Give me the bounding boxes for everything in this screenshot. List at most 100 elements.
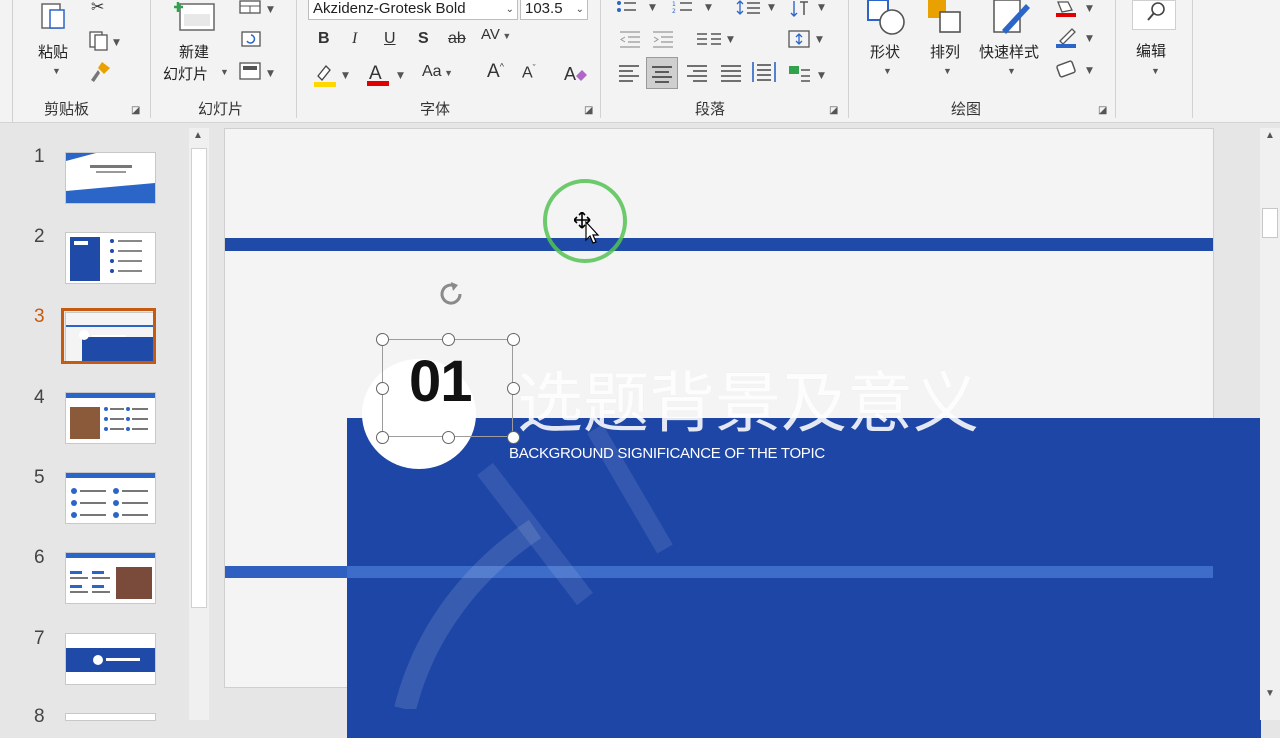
slide-thumbnail-5[interactable] (66, 473, 155, 523)
thumbnail-scrollbar[interactable]: ▲ (189, 128, 209, 720)
active-thumbnail-border (61, 308, 156, 364)
font-name-dropdown-arrow[interactable]: ⌄ (506, 1, 514, 19)
resize-handle[interactable] (507, 431, 520, 444)
align-text-button[interactable]: ▼ (786, 28, 828, 54)
editing-dropdown-arrow[interactable]: ▼ (1151, 66, 1160, 76)
resize-handle[interactable] (442, 431, 455, 444)
grow-font-button[interactable]: A^ (487, 62, 504, 81)
scroll-up-arrow[interactable]: ▲ (1265, 130, 1275, 141)
new-slide-dropdown-arrow[interactable]: ▼ (220, 67, 229, 77)
paste-dropdown-arrow[interactable]: ▼ (52, 66, 61, 76)
font-name-box[interactable]: Akzidenz-Grotesk Bold ⌄ (308, 0, 518, 20)
quick-styles-icon (992, 0, 1032, 43)
section-icon[interactable]: ▼ (239, 62, 279, 86)
new-slide-label-line1: 新建 (179, 44, 210, 61)
slide-vertical-scrollbar[interactable]: ▲ ▼ (1260, 128, 1280, 720)
group-separator (1115, 0, 1116, 118)
shape-effects-button[interactable]: ▼ (1054, 59, 1098, 83)
scroll-down-arrow[interactable]: ▼ (1265, 688, 1275, 699)
shapes-label: 形状 (870, 44, 901, 61)
group-separator (296, 0, 297, 118)
change-case-dropdown-arrow[interactable]: ▼ (442, 68, 453, 78)
quick-styles-dropdown-arrow[interactable]: ▼ (1007, 66, 1016, 76)
shrink-font-button[interactable]: Aˇ (522, 64, 536, 81)
shapes-dropdown-arrow[interactable]: ▼ (883, 66, 892, 76)
arrange-button[interactable]: 排列 ▼ (924, 0, 968, 90)
text-shadow-button[interactable]: S (418, 31, 429, 47)
paste-label: 粘贴 (38, 44, 69, 61)
ribbon: 粘贴 ▼ ✂ ▼ 剪贴板 ◪ 新建 幻灯片 ▼ ▼ ▼ 幻灯片 Akzidenz… (0, 0, 1280, 123)
slides-group-label: 幻灯片 (198, 101, 244, 118)
bold-button[interactable]: B (318, 31, 330, 47)
format-painter-icon[interactable] (88, 60, 112, 88)
slide-thumbnail-8[interactable] (66, 714, 155, 720)
slide-canvas[interactable]: 01 选题背景及意义 BACKGROUND SIGNIFICANCE OF TH… (224, 128, 1261, 738)
font-size-box[interactable]: 103.5 ⌄ (520, 0, 588, 20)
resize-handle[interactable] (507, 333, 520, 346)
paragraph-dialog-launcher[interactable]: ◪ (829, 105, 838, 116)
character-spacing-button[interactable]: AV ▼ (481, 27, 511, 43)
paragraph-group-label: 段落 (695, 101, 726, 118)
scroll-thumb[interactable] (1262, 208, 1278, 238)
align-center-button[interactable] (646, 57, 678, 89)
underline-button[interactable]: U (384, 31, 396, 47)
paste-button[interactable]: 粘贴 ▼ (34, 0, 78, 90)
distributed-button[interactable] (751, 60, 777, 88)
section-subtitle[interactable]: BACKGROUND SIGNIFICANCE OF THE TOPIC (509, 445, 825, 462)
italic-button[interactable]: I (352, 31, 357, 47)
strikethrough-button[interactable]: ab (448, 31, 466, 47)
convert-smartart-button[interactable]: ▼ (788, 64, 830, 88)
shape-fill-button[interactable]: ▼ (1054, 0, 1098, 22)
slide-thumbnail-7[interactable] (66, 634, 155, 684)
resize-handle[interactable] (376, 333, 389, 346)
shapes-button[interactable]: 形状 ▼ (864, 0, 908, 90)
slide-thumbnail-2[interactable] (66, 233, 155, 283)
slide-thumbnail-4[interactable] (66, 393, 155, 443)
selection-box[interactable] (376, 333, 520, 444)
align-left-button[interactable] (618, 64, 640, 86)
rotate-handle-icon[interactable] (435, 278, 467, 310)
drawing-dialog-launcher[interactable]: ◪ (1098, 105, 1107, 116)
quick-styles-button[interactable]: 快速样式 ▼ (976, 0, 1048, 90)
blue-background-block[interactable] (347, 418, 1261, 738)
text-direction-button[interactable]: ▼ (790, 0, 830, 22)
columns-button[interactable]: ▼ (695, 31, 741, 51)
clear-formatting-icon[interactable]: A (562, 62, 588, 90)
line-spacing-button[interactable]: ▼ (736, 0, 782, 20)
font-color-button[interactable]: A ▼ (366, 62, 410, 92)
slide-thumbnail-6[interactable] (66, 553, 155, 603)
font-size-dropdown-arrow[interactable]: ⌄ (576, 1, 584, 19)
scroll-thumb[interactable] (191, 148, 207, 608)
slide-thumbnail-1[interactable] (66, 153, 155, 203)
highlight-color-button[interactable]: ▼ (312, 62, 354, 92)
scroll-up-arrow[interactable]: ▲ (193, 130, 203, 141)
shape-outline-button[interactable]: ▼ (1054, 27, 1098, 53)
increase-indent-button[interactable] (651, 30, 675, 52)
decrease-indent-button[interactable] (618, 30, 642, 52)
character-spacing-dropdown-arrow[interactable]: ▼ (500, 31, 511, 41)
arrange-dropdown-arrow[interactable]: ▼ (943, 66, 952, 76)
reset-icon[interactable] (239, 29, 263, 53)
svg-text:▼: ▼ (267, 69, 274, 79)
layout-icon[interactable]: ▼ (239, 0, 279, 20)
svg-text:▼: ▼ (818, 3, 825, 13)
resize-handle[interactable] (376, 382, 389, 395)
editing-button[interactable]: 编辑 ▼ (1130, 0, 1180, 90)
new-slide-button[interactable]: 新建 幻灯片 ▼ (160, 0, 232, 90)
font-dialog-launcher[interactable]: ◪ (584, 105, 593, 116)
move-cursor-icon (573, 211, 604, 244)
section-title[interactable]: 选题背景及意义 (517, 350, 979, 446)
clipboard-group-label: 剪贴板 (44, 101, 90, 118)
resize-handle[interactable] (376, 431, 389, 444)
cut-icon[interactable]: ✂ (91, 0, 104, 16)
justify-button[interactable] (720, 64, 742, 86)
change-case-button[interactable]: Aa ▼ (422, 64, 453, 80)
accent-line-top[interactable] (225, 238, 1213, 251)
resize-handle[interactable] (442, 333, 455, 346)
align-right-button[interactable] (686, 64, 708, 86)
copy-icon[interactable]: ▼ (89, 31, 123, 55)
numbering-button[interactable]: 1 2 ▼ (672, 0, 718, 20)
clipboard-dialog-launcher[interactable]: ◪ (131, 105, 140, 116)
bullets-button[interactable]: ▼ (616, 0, 662, 20)
resize-handle[interactable] (507, 382, 520, 395)
